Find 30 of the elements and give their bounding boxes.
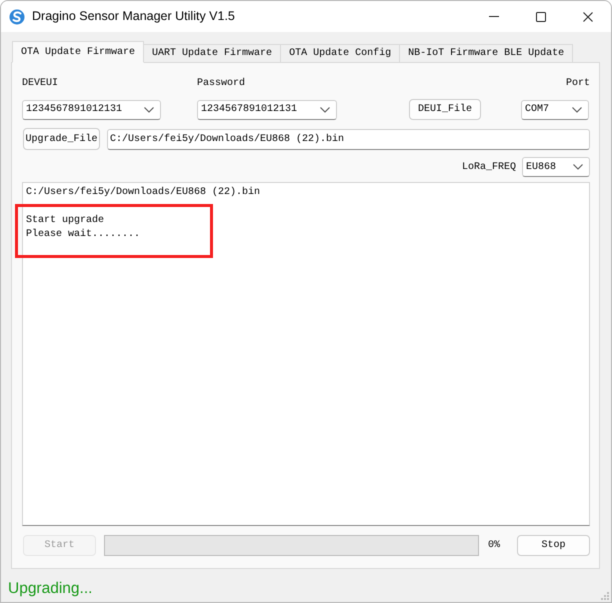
stop-button[interactable]: Stop	[517, 535, 590, 556]
window-title: Dragino Sensor Manager Utility V1.5	[32, 8, 235, 26]
deui-file-button[interactable]: DEUI_File	[409, 99, 481, 120]
field-label: LoRa_FREQ	[462, 160, 516, 174]
lora-freq-dropdown[interactable]: EU868	[522, 157, 590, 177]
chevron-down-icon	[320, 106, 330, 112]
log-line: C:/Users/fei5y/Downloads/EU868 (22).bin	[26, 186, 260, 200]
chevron-down-icon	[144, 106, 154, 112]
deveui-dropdown[interactable]: 1234567891012131	[22, 100, 161, 120]
tab[interactable]: OTA Update Firmware	[12, 41, 144, 63]
status-text: Upgrading...	[8, 579, 92, 599]
file-path-field[interactable]: C:/Users/fei5y/Downloads/EU868 (22).bin	[107, 128, 590, 150]
field-label: Port	[566, 76, 590, 90]
maximize-icon	[536, 12, 546, 22]
resize-grip-icon	[601, 592, 609, 600]
log-output-field[interactable]: C:/Users/fei5y/Downloads/EU868 (22).bin Start upgrade Please wait........	[22, 182, 590, 526]
chevron-down-icon	[573, 164, 583, 170]
chevron-down-icon	[572, 106, 582, 112]
app-logo-icon	[9, 8, 25, 24]
progress-reading: 0%	[488, 539, 500, 553]
field-label: Password	[197, 76, 246, 90]
upgrade-file-button[interactable]: Upgrade_File	[23, 128, 100, 150]
tab[interactable]: NB-IoT Firmware BLE Update	[399, 44, 574, 62]
close-icon	[582, 12, 592, 22]
password-dropdown[interactable]: 1234567891012131	[197, 100, 337, 120]
log-line: Start upgrade	[26, 214, 104, 228]
port-dropdown[interactable]: COM7	[521, 100, 589, 120]
minimize-icon	[488, 16, 498, 17]
log-line: Please wait........	[26, 228, 140, 242]
field-label: DEVEUI	[22, 76, 60, 90]
